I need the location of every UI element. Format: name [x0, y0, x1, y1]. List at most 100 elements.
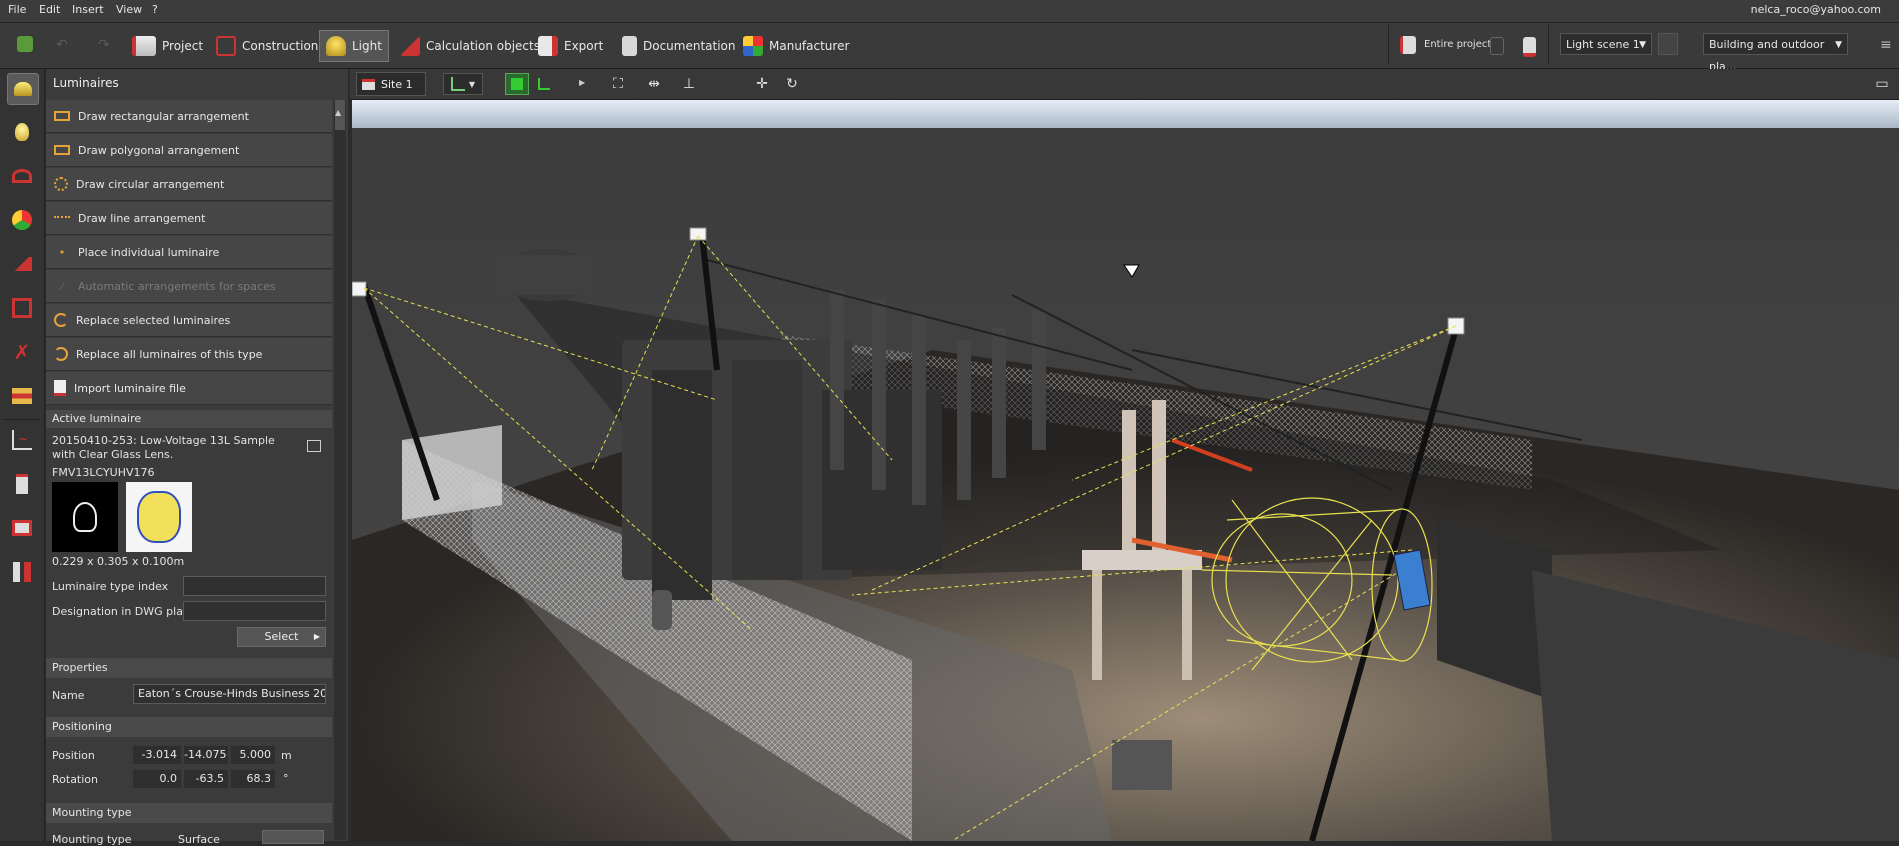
menu-file[interactable]: File: [8, 3, 26, 16]
clear-icon[interactable]: [1490, 37, 1504, 55]
more-icon[interactable]: ≡: [1880, 37, 1892, 53]
save-icon[interactable]: [17, 36, 33, 52]
frame-icon: [12, 520, 32, 536]
rotate-button[interactable]: ↻: [780, 73, 804, 95]
rotation-y-field[interactable]: -63.5: [184, 770, 228, 788]
curve-tool-button[interactable]: ~: [7, 425, 37, 455]
left-toolbar: ✗ ~: [0, 69, 45, 841]
luminaire-type-index-field[interactable]: [183, 576, 326, 596]
solid-view-button[interactable]: [505, 73, 529, 95]
automatic-arrangements-button: ⁄ Automatic arrangements for spaces: [46, 270, 332, 303]
position-unit: m: [281, 749, 292, 762]
undo-icon[interactable]: ↶: [56, 37, 68, 53]
frame-tool-button[interactable]: [7, 513, 37, 543]
draw-circular-arrangement-button[interactable]: Draw circular arrangement: [46, 168, 332, 201]
site-tab[interactable]: Site 1: [356, 72, 426, 96]
layers-tool-button[interactable]: [7, 381, 37, 411]
place-individual-luminaire-button[interactable]: • Place individual luminaire: [46, 236, 332, 269]
entire-project-icon[interactable]: [1400, 36, 1416, 54]
measure-distance-button[interactable]: ⇹: [642, 73, 666, 95]
solid-view-icon: [511, 78, 523, 90]
position-z-field[interactable]: 5.000: [231, 746, 275, 764]
colors-icon: [12, 210, 32, 230]
luminaires-tool-button[interactable]: [7, 73, 39, 105]
ribbon-toolbar: ↶ ↷ Project Construction Light Calculati…: [0, 23, 1899, 73]
draw-rectangular-arrangement-button[interactable]: Draw rectangular arrangement: [46, 100, 332, 133]
tab-documentation[interactable]: Documentation: [622, 33, 736, 59]
entire-project-label[interactable]: Entire project: [1424, 39, 1491, 50]
view-options-button[interactable]: ▭: [1870, 73, 1894, 95]
wire-view-button[interactable]: [532, 73, 556, 95]
position-x-field[interactable]: -3.014: [133, 746, 181, 764]
dimension-button[interactable]: ⊥: [677, 73, 701, 95]
layers-icon: [12, 388, 32, 404]
menu-help[interactable]: ?: [152, 3, 158, 16]
replace-all-luminaires-button[interactable]: Replace all luminaires of this type: [46, 338, 332, 371]
light-scene-edit-button[interactable]: [1658, 33, 1678, 55]
draw-line-arrangement-button[interactable]: Draw line arrangement: [46, 202, 332, 235]
luminaire-details-icon[interactable]: [307, 440, 321, 452]
user-account[interactable]: nelca_roco@yahoo.com: [1751, 3, 1881, 16]
tab-export[interactable]: Export: [538, 33, 603, 59]
menu-view[interactable]: View: [116, 3, 142, 16]
luminaire-dimensions: 0.229 x 0.305 x 0.100m: [52, 555, 185, 568]
mounting-apply-button[interactable]: [262, 830, 324, 844]
light-control-tool-button[interactable]: [7, 161, 37, 191]
manufacturer-icon: [743, 36, 763, 56]
ribbon-divider: [1548, 25, 1549, 65]
tools-tool-button[interactable]: ✗: [7, 337, 37, 367]
rotation-z-field[interactable]: 68.3: [231, 770, 275, 788]
menu-insert[interactable]: Insert: [72, 3, 104, 16]
replace-selected-luminaires-button[interactable]: Replace selected luminaires: [46, 304, 332, 337]
light-icon: [326, 36, 346, 56]
designation-dwg-field[interactable]: [183, 601, 326, 621]
panel-scrollbar[interactable]: ▲: [334, 100, 346, 840]
tab-manufacturer[interactable]: Manufacturer: [743, 33, 849, 59]
designation-dwg-label: Designation in DWG plan: [52, 605, 190, 618]
chevron-down-icon: ▼: [1835, 40, 1842, 50]
rotation-x-field[interactable]: 0.0: [133, 770, 181, 788]
polygonal-arrangement-icon: [54, 145, 70, 155]
redo-icon[interactable]: ↷: [98, 37, 110, 53]
arrange-tool-button[interactable]: [7, 557, 37, 587]
mounting-type-value: Surface: [178, 833, 220, 846]
tab-calculation-objects[interactable]: Calculation objects: [400, 33, 540, 59]
luminaire-photo: [52, 482, 118, 552]
replace-all-icon: [54, 347, 68, 361]
colors-tool-button[interactable]: [7, 205, 37, 235]
light-scene-select[interactable]: Light scene 1 ▼: [1560, 33, 1652, 55]
draw-polygonal-arrangement-button[interactable]: Draw polygonal arrangement: [46, 134, 332, 167]
documentation-icon: [622, 36, 637, 56]
ribbon-divider: [1388, 25, 1389, 65]
bulb-icon: [73, 502, 97, 532]
sky-band: [352, 100, 1899, 128]
scroll-up-icon[interactable]: ▲: [335, 108, 341, 117]
curve-icon: ~: [12, 430, 32, 450]
tab-construction[interactable]: Construction: [216, 33, 318, 59]
3d-viewport[interactable]: [352, 100, 1899, 841]
name-field[interactable]: Eaton´s Crouse-Hinds Business 20150410: [133, 684, 326, 704]
measure-tool-button[interactable]: [7, 249, 37, 279]
add-element-tool-button[interactable]: [7, 469, 37, 499]
import-file-icon: [54, 380, 66, 396]
calculate-icon[interactable]: [1523, 37, 1536, 57]
select-luminaire-button[interactable]: Select ▶: [237, 627, 326, 647]
view-toolbar: Site 1 ▼ ▶ ⛶ ⇹ ⊥ ✛ ↻ ▭: [350, 69, 1899, 100]
chevron-right-icon[interactable]: ▶: [579, 78, 585, 87]
position-y-field[interactable]: -14.075: [184, 746, 228, 764]
menu-edit[interactable]: Edit: [39, 3, 60, 16]
bulb-icon: [15, 123, 29, 141]
measure-icon: [12, 257, 32, 271]
positioning-header: Positioning: [46, 717, 332, 737]
tab-project[interactable]: Project: [132, 33, 203, 59]
zoom-extents-button[interactable]: ⛶: [606, 73, 630, 95]
dimension-icon: ⊥: [682, 76, 696, 92]
tab-light[interactable]: Light: [319, 30, 389, 62]
plan-type-select[interactable]: Building and outdoor pla... ▼: [1703, 33, 1848, 73]
move-button[interactable]: ✛: [750, 73, 774, 95]
lamp-tool-button[interactable]: [7, 117, 37, 147]
view-mode-button[interactable]: ▼: [443, 73, 483, 95]
import-luminaire-file-button[interactable]: Import luminaire file: [46, 372, 332, 405]
light-control-icon: [12, 169, 32, 183]
area-tool-button[interactable]: [7, 293, 37, 323]
